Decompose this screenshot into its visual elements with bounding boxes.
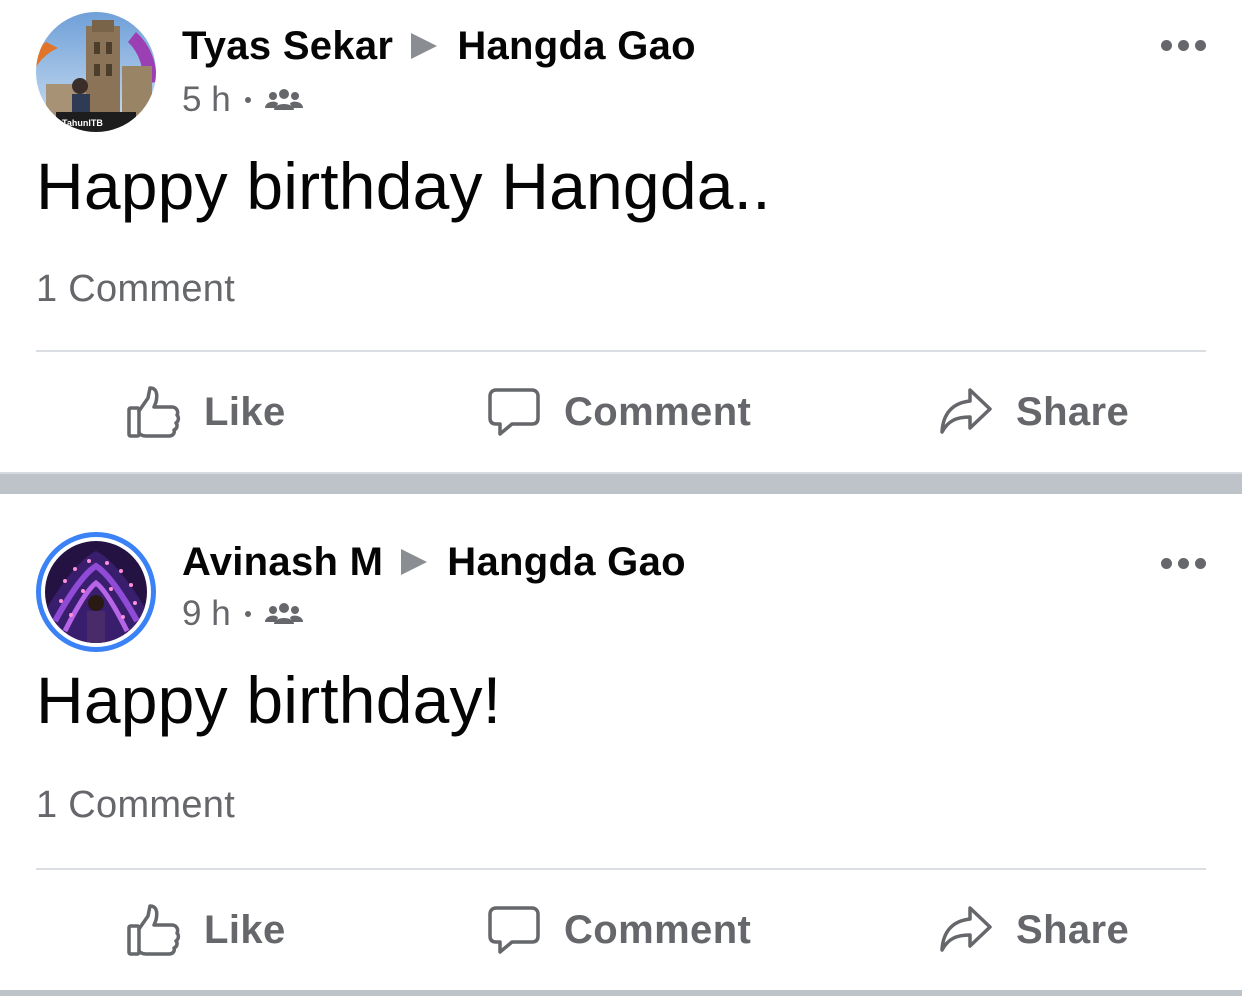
divider xyxy=(36,868,1206,870)
thumbs-up-icon xyxy=(126,902,182,958)
author-name[interactable]: Tyas Sekar xyxy=(182,24,393,69)
action-bar: Like Comment Share xyxy=(0,360,1242,464)
post-header: Tyas Sekar Hangda Gao xyxy=(182,20,696,72)
comment-label: Comment xyxy=(564,907,752,952)
friends-icon xyxy=(264,88,303,112)
post-text: Happy birthday Hangda.. xyxy=(36,149,771,223)
divider xyxy=(36,350,1206,352)
share-label: Share xyxy=(1016,389,1130,434)
post-separator xyxy=(0,472,1242,494)
more-options-icon[interactable] xyxy=(1161,40,1206,51)
target-name[interactable]: Hangda Gao xyxy=(457,24,696,69)
post-separator xyxy=(0,990,1242,996)
post-text: Happy birthday! xyxy=(36,663,502,737)
post-meta: 5 h xyxy=(182,78,303,122)
avatar-photo: TahunITB xyxy=(36,12,156,132)
author-name[interactable]: Avinash M xyxy=(182,540,383,585)
like-label: Like xyxy=(204,907,286,952)
avatar-photo xyxy=(45,541,147,643)
post-header: Avinash M Hangda Gao xyxy=(182,536,686,588)
comment-button[interactable]: Comment xyxy=(486,360,751,464)
comment-count[interactable]: 1 Comment xyxy=(36,268,235,311)
share-arrow-icon xyxy=(938,902,994,958)
arrow-right-icon xyxy=(401,549,428,575)
speech-bubble-icon xyxy=(486,902,542,958)
avatar[interactable]: TahunITB xyxy=(36,12,156,132)
avatar[interactable] xyxy=(36,532,156,652)
comment-button[interactable]: Comment xyxy=(486,878,751,982)
separator-dot xyxy=(244,97,251,103)
share-arrow-icon xyxy=(938,384,994,440)
separator-dot xyxy=(244,611,251,617)
action-bar: Like Comment Share xyxy=(0,878,1242,982)
avatar-badge: TahunITB xyxy=(62,118,103,128)
like-label: Like xyxy=(204,389,286,434)
comment-label: Comment xyxy=(564,389,752,434)
share-label: Share xyxy=(1016,907,1130,952)
share-button[interactable]: Share xyxy=(938,360,1129,464)
post-meta: 9 h xyxy=(182,592,303,636)
share-button[interactable]: Share xyxy=(938,878,1129,982)
arrow-right-icon xyxy=(411,33,438,59)
speech-bubble-icon xyxy=(486,384,542,440)
post-time[interactable]: 5 h xyxy=(182,80,231,120)
feed-post: TahunITB Tyas Sekar Hangda Gao 5 h Happy… xyxy=(0,0,1242,472)
thumbs-up-icon xyxy=(126,384,182,440)
post-time[interactable]: 9 h xyxy=(182,594,231,634)
like-button[interactable]: Like xyxy=(126,360,286,464)
like-button[interactable]: Like xyxy=(126,878,286,982)
comment-count[interactable]: 1 Comment xyxy=(36,784,235,827)
more-options-icon[interactable] xyxy=(1161,558,1206,569)
friends-icon xyxy=(264,602,303,626)
target-name[interactable]: Hangda Gao xyxy=(447,540,686,585)
feed-post: Avinash M Hangda Gao 9 h Happy birthday!… xyxy=(0,494,1242,996)
